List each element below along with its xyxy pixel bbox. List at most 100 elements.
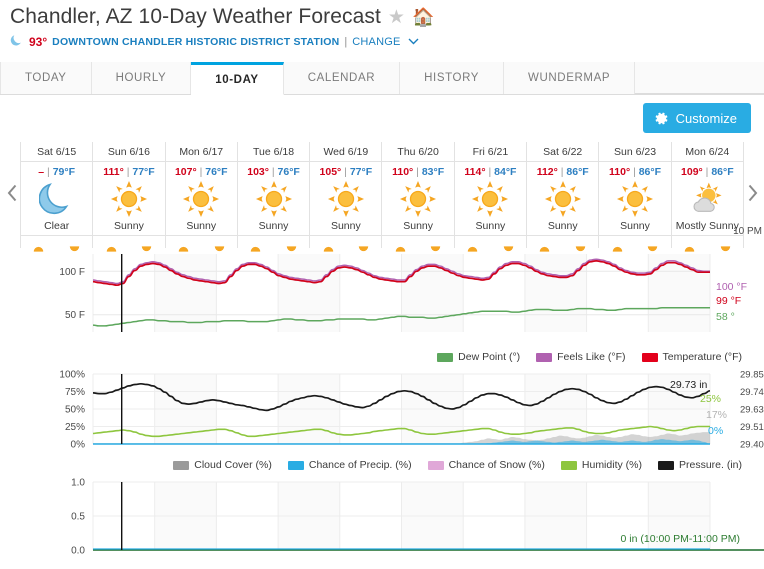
sun-icon bbox=[544, 180, 581, 218]
legend-item-chance-precip[interactable]: Chance of Precip. (%) bbox=[287, 459, 412, 471]
sun-icon bbox=[255, 180, 292, 218]
home-icon[interactable]: 🏠 bbox=[412, 8, 434, 26]
gear-icon bbox=[654, 111, 669, 126]
prev-days-arrow[interactable] bbox=[2, 170, 22, 216]
forecast-condition-text: Sunny bbox=[403, 220, 434, 232]
sunset-icon bbox=[286, 239, 297, 252]
forecast-high-temp: 114° bbox=[464, 166, 486, 178]
forecast-low-temp: 76 bbox=[277, 166, 290, 178]
page-title: Chandler, AZ 10-Day Weather Forecast bbox=[10, 5, 381, 28]
legend-label-pressure: Pressure. (in) bbox=[678, 459, 742, 471]
precip-axis-tick-label: 0.5 bbox=[71, 512, 85, 523]
legend-item-dew-point[interactable]: Dew Point (°) bbox=[437, 351, 520, 363]
pressure-axis-tick-label: 29.40 bbox=[740, 440, 764, 451]
humidity-swatch-icon bbox=[560, 460, 577, 470]
forecast-day-card[interactable]: Sat 6/22 112° | 86°F Sunny 0 in bbox=[527, 142, 600, 252]
forecast-day-card[interactable]: Sat 6/15 – | 79°F Clear 0 in bbox=[21, 142, 94, 252]
forecast-condition-icon bbox=[110, 179, 148, 219]
forecast-condition-text: Clear bbox=[44, 220, 70, 232]
forecast-day-card[interactable]: Tue 6/18 103° | 76°F Sunny 0 in bbox=[237, 142, 311, 252]
chevron-down-icon[interactable] bbox=[408, 35, 419, 49]
sunset-icon bbox=[647, 239, 658, 252]
legend-label-temperature: Temperature (°F) bbox=[662, 351, 742, 363]
forecast-day-name: Tue 6/18 bbox=[237, 142, 310, 162]
legend-label-dew-point: Dew Point (°) bbox=[458, 351, 521, 363]
temp-end-value-label: 99 °F bbox=[716, 295, 741, 307]
forecast-day-card[interactable]: Wed 6/19 105° | 77°F Sunny 0 in bbox=[310, 142, 383, 252]
tab-history[interactable]: HISTORY bbox=[400, 62, 505, 94]
tab-calendar[interactable]: CALENDAR bbox=[283, 62, 401, 94]
sunrise-icon bbox=[178, 239, 189, 252]
forecast-high-temp: 105° bbox=[319, 166, 342, 178]
forecast-low-temp: 77 bbox=[349, 166, 362, 178]
weather-forecast-page: Chandler, AZ 10-Day Weather Forecast ★ 🏠… bbox=[0, 0, 764, 569]
forecast-condition-icon bbox=[38, 179, 75, 219]
moon-icon bbox=[10, 33, 24, 50]
time-marker-label: 10 PM bbox=[733, 226, 762, 237]
forecast-day-card[interactable]: Thu 6/20 110° | 83°F Sunny 0 in bbox=[382, 142, 455, 252]
forecast-day-name: Fri 6/21 bbox=[454, 142, 527, 162]
forecast-day-card[interactable]: Sun 6/23 110° | 86°F Sunny 0 in bbox=[599, 142, 672, 252]
forecast-day-card[interactable]: Mon 6/17 107° | 76°F Sunny 0 in bbox=[165, 142, 238, 252]
forecast-day-temps: 105° | 77°F bbox=[320, 162, 373, 178]
pressure-swatch-icon bbox=[657, 460, 674, 470]
nav-tabs: TODAY HOURLY 10-DAY CALENDAR HISTORY WUN… bbox=[0, 62, 764, 95]
forecast-condition-icon bbox=[182, 179, 220, 219]
temp-divider: | bbox=[416, 166, 419, 178]
tab-hourly[interactable]: HOURLY bbox=[91, 62, 192, 94]
current-temperature: 93° bbox=[29, 34, 48, 49]
tab-10-day[interactable]: 10-DAY bbox=[191, 62, 284, 95]
sun-times-row bbox=[237, 235, 310, 252]
legend-label-cloud-cover: Cloud Cover (%) bbox=[194, 459, 272, 471]
forecast-condition-icon bbox=[327, 179, 365, 219]
temp-end-value-label: 58 ° bbox=[716, 311, 735, 323]
legend-item-chance-snow[interactable]: Chance of Snow (%) bbox=[427, 459, 545, 471]
forecast-day-name: Sun 6/23 bbox=[599, 142, 671, 162]
forecast-high-temp: 110° bbox=[392, 166, 414, 178]
legend-item-temperature[interactable]: Temperature (°F) bbox=[641, 351, 742, 363]
forecast-day-temps: 114° | 84°F bbox=[464, 162, 516, 178]
forecast-temp-unit: °F bbox=[144, 166, 155, 178]
sunrise-icon bbox=[467, 239, 478, 252]
sun-times-row bbox=[382, 235, 454, 252]
legend-item-humidity[interactable]: Humidity (%) bbox=[560, 459, 642, 471]
sunrise-icon bbox=[539, 239, 550, 252]
customize-button-label: Customize bbox=[675, 110, 737, 126]
change-location-link[interactable]: CHANGE bbox=[352, 35, 400, 49]
forecast-condition-text: Sunny bbox=[547, 220, 578, 232]
humidity-end-value-label: 25% bbox=[700, 393, 721, 405]
forecast-day-temps: – | 79°F bbox=[38, 162, 75, 178]
station-link[interactable]: DOWNTOWN CHANDLER HISTORIC DISTRICT STAT… bbox=[52, 35, 339, 49]
forecast-condition-text: Mostly Sunny bbox=[675, 220, 739, 232]
forecast-strip: Sat 6/15 – | 79°F Clear 0 in Sun 6/16 11… bbox=[0, 142, 764, 252]
forecast-condition-text: Sunny bbox=[620, 220, 650, 232]
pressure-axis-tick-label: 29.74 bbox=[740, 387, 764, 398]
sunset-icon bbox=[503, 239, 514, 252]
forecast-temp-unit: °F bbox=[723, 166, 734, 178]
forecast-day-card[interactable]: Fri 6/21 114° | 84°F Sunny 0 in bbox=[454, 142, 528, 252]
sunset-icon bbox=[214, 239, 225, 252]
forecast-day-card[interactable]: Sun 6/16 111° | 77°F Sunny 0 in bbox=[93, 142, 166, 252]
tab-wundermap[interactable]: WUNDERMAP bbox=[504, 62, 636, 94]
forecast-day-name: Mon 6/24 bbox=[671, 142, 743, 162]
star-icon[interactable]: ★ bbox=[388, 8, 405, 27]
forecast-high-temp: 109° bbox=[681, 166, 703, 178]
legend-label-feels-like: Feels Like (°F) bbox=[557, 351, 626, 363]
forecast-day-name: Sun 6/16 bbox=[93, 142, 165, 162]
sun-times-row bbox=[93, 235, 165, 252]
customize-button[interactable]: Customize bbox=[642, 103, 751, 133]
forecast-temp-unit: °F bbox=[289, 166, 300, 178]
legend-item-feels-like[interactable]: Feels Like (°F) bbox=[536, 351, 626, 363]
temp-divider: | bbox=[47, 166, 50, 178]
precip-annotation-label: 0 in (10:00 PM-11:00 PM) bbox=[621, 533, 740, 545]
legend-item-pressure[interactable]: Pressure. (in) bbox=[657, 459, 742, 471]
forecast-day-name: Sat 6/15 bbox=[21, 142, 93, 162]
humidity-axis-tick-label: 50% bbox=[65, 405, 85, 416]
sunrise-icon bbox=[250, 239, 261, 252]
precip-axis-tick-label: 0.0 bbox=[71, 546, 85, 557]
dew-point-swatch-icon bbox=[437, 352, 454, 362]
next-days-arrow[interactable] bbox=[742, 170, 762, 216]
tab-today[interactable]: TODAY bbox=[0, 62, 92, 94]
legend-item-cloud-cover[interactable]: Cloud Cover (%) bbox=[173, 459, 272, 471]
forecast-day-name: Mon 6/17 bbox=[165, 142, 237, 162]
